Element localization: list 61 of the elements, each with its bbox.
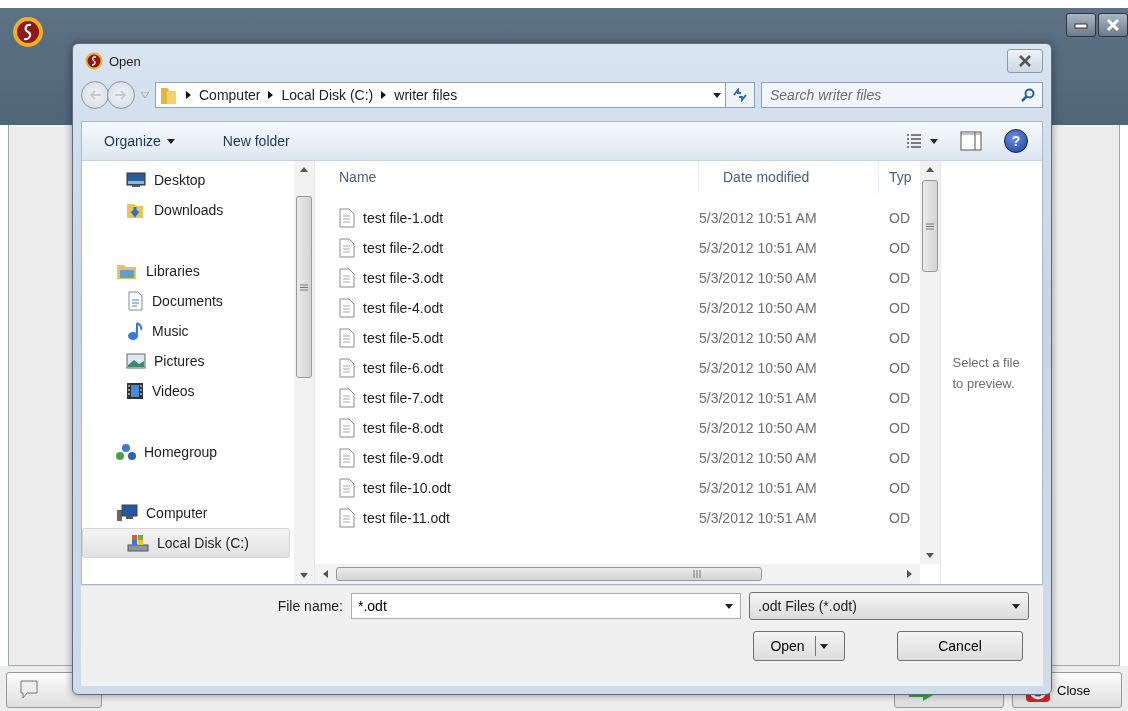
file-type: OD <box>888 210 911 226</box>
file-type: OD <box>888 300 911 316</box>
nav-item[interactable]: Videos <box>82 376 290 406</box>
file-name[interactable]: test file-2.odt <box>363 240 444 256</box>
date-modified: 5/3/2012 10:50 AM <box>699 420 818 436</box>
file-name[interactable]: test file-5.odt <box>363 330 444 346</box>
new-folder-button[interactable]: New folder <box>214 129 298 153</box>
date-modified: 5/3/2012 10:51 AM <box>699 210 818 226</box>
file-name[interactable]: test file-11.odt <box>363 510 450 526</box>
nav-item[interactable]: Documents <box>82 286 290 316</box>
breadcrumb-item[interactable]: writer files <box>394 87 458 103</box>
nav-item[interactable]: Local Disk (C:) <box>82 528 290 558</box>
date-modified: 5/3/2012 10:50 AM <box>699 450 818 466</box>
date-modified: 5/3/2012 10:51 AM <box>699 390 818 406</box>
file-name[interactable]: test file-7.odt <box>363 390 444 406</box>
date-modified: 5/3/2012 10:50 AM <box>699 330 818 346</box>
date-modified: 5/3/2012 10:50 AM <box>699 360 818 376</box>
address-bar[interactable]: Computer Local Disk (C:) writer files <box>155 82 726 108</box>
open-button[interactable]: Open <box>753 631 845 661</box>
field-label: File name: <box>277 598 343 614</box>
column-header[interactable]: Name <box>315 161 699 193</box>
file-type: OD <box>888 510 911 526</box>
file-name[interactable]: test file-4.odt <box>363 300 444 316</box>
file-name[interactable]: test file-10.odt <box>363 480 451 496</box>
file-type-dropdown[interactable]: .odt Files (*.odt) <box>749 592 1029 620</box>
date-modified: 5/3/2012 10:51 AM <box>699 510 818 526</box>
nav-item[interactable]: Music <box>82 316 290 346</box>
nav-item[interactable]: Computer <box>82 498 290 528</box>
date-modified: 5/3/2012 10:51 AM <box>699 240 818 256</box>
breadcrumb-item[interactable]: Local Disk (C:) <box>281 87 374 103</box>
file-name[interactable]: test file-3.odt <box>363 270 444 286</box>
breadcrumb-item[interactable]: Computer <box>199 87 261 103</box>
file-name-field[interactable]: *.odt <box>351 593 741 619</box>
file-type: OD <box>888 450 911 466</box>
column-header[interactable]: Date modified <box>699 161 879 193</box>
date-modified: 5/3/2012 10:50 AM <box>699 300 818 316</box>
file-type: OD <box>888 270 911 286</box>
file-type: OD <box>888 480 911 496</box>
date-modified: 5/3/2012 10:50 AM <box>699 270 818 286</box>
help-icon[interactable]: ? <box>1004 129 1028 153</box>
nav-item[interactable]: Homegroup <box>82 437 290 467</box>
file-type: OD <box>888 240 911 256</box>
file-type: OD <box>888 330 911 346</box>
cancel-button[interactable]: Cancel <box>897 631 1023 661</box>
preview-message: Select a file to preview. <box>952 353 1021 393</box>
file-name[interactable]: test file-1.odt <box>363 210 444 226</box>
date-modified: 5/3/2012 10:51 AM <box>699 480 818 496</box>
nav-item[interactable]: Pictures <box>82 346 290 376</box>
search-field[interactable]: Search writer files <box>761 82 1043 108</box>
organize-button[interactable]: Organize <box>96 129 183 153</box>
file-type: OD <box>888 360 911 376</box>
nav-item[interactable]: Downloads <box>82 195 290 225</box>
file-type: OD <box>888 390 911 406</box>
nav-item[interactable]: Desktop <box>82 165 290 195</box>
column-header[interactable]: Typ <box>879 161 920 193</box>
file-name[interactable]: test file-9.odt <box>363 450 444 466</box>
nav-item[interactable]: Libraries <box>82 256 290 286</box>
file-name[interactable]: test file-8.odt <box>363 420 444 436</box>
file-type: OD <box>888 420 911 436</box>
dialog-title: Open <box>109 53 141 69</box>
file-name[interactable]: test file-6.odt <box>363 360 444 376</box>
